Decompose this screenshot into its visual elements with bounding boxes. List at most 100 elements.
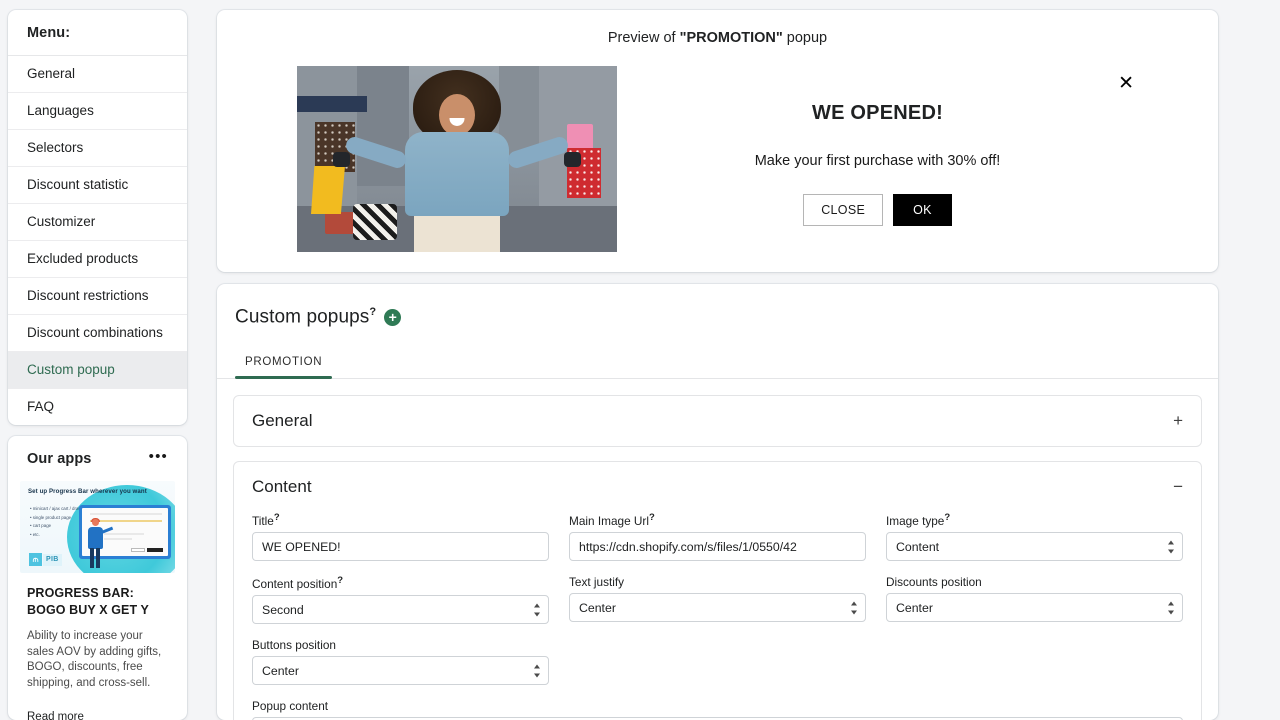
help-icon[interactable]: ? [369, 306, 376, 318]
main-image-url-label: Main Image Url? [569, 512, 866, 528]
text-justify-label: Text justify [569, 575, 866, 589]
preview-title-name: "PROMOTION" [680, 30, 783, 46]
settings-panel: General + Content − Title? [217, 379, 1218, 720]
content-position-select-wrap [252, 595, 549, 624]
sidebar-item-languages[interactable]: Languages [8, 93, 187, 130]
page-title-text: Custom popups [235, 306, 369, 327]
spacer-field [886, 638, 1183, 685]
promo-person-illustration [83, 519, 109, 571]
help-icon[interactable]: ? [649, 512, 655, 523]
page-title: Custom popups? [235, 306, 376, 328]
field-main-image-url: Main Image Url? [569, 512, 866, 561]
field-image-type: Image type? [886, 512, 1183, 561]
app-root: Menu: General Languages Selectors Discou… [0, 0, 1280, 720]
help-icon[interactable]: ? [274, 512, 280, 523]
accordion-content: Content − Title? [233, 461, 1202, 720]
buttons-position-label: Buttons position [252, 638, 549, 652]
promo-screen-line [90, 513, 162, 515]
image-type-label-text: Image type [886, 514, 944, 528]
app-promo-banner-image[interactable]: Set up Progress Bar wherever you want mi… [20, 481, 175, 573]
title-label-text: Title [252, 514, 274, 528]
read-more-link[interactable]: Read more [27, 711, 168, 720]
popup-main-image [297, 66, 617, 252]
sidebar-item-discount-combinations[interactable]: Discount combinations [8, 315, 187, 352]
collapse-icon[interactable]: − [1173, 477, 1183, 497]
image-shopping-bag [311, 166, 345, 214]
sidebar-item-discount-statistic[interactable]: Discount statistic [8, 167, 187, 204]
main-image-url-input[interactable] [569, 532, 866, 561]
form-row-4: Popup content Make your first purchase w… [252, 699, 1183, 720]
image-type-select[interactable] [886, 532, 1183, 561]
title-input[interactable] [252, 532, 549, 561]
pib-logo-icon: ⫙ [29, 553, 42, 566]
discounts-position-select[interactable] [886, 593, 1183, 622]
preview-title: Preview of "PROMOTION" popup [217, 30, 1218, 46]
accordion-general: General + [233, 395, 1202, 447]
popup-heading: WE OPENED! [617, 102, 1138, 125]
accordion-general-title: General [252, 411, 312, 431]
text-justify-select-wrap [569, 593, 866, 622]
content-position-select[interactable] [252, 595, 549, 624]
tab-promotion[interactable]: PROMOTION [235, 350, 332, 378]
image-woman-glove [564, 152, 581, 167]
image-type-select-wrap [886, 532, 1183, 561]
field-buttons-position: Buttons position [252, 638, 549, 685]
promo-pib-logo: ⫙ PIB [29, 553, 62, 566]
expand-icon[interactable]: + [1173, 411, 1183, 431]
promo-person-leg [90, 548, 94, 568]
custom-popups-header: Custom popups? + [217, 306, 1218, 328]
promo-screen-line [104, 533, 144, 535]
sidebar-item-faq[interactable]: FAQ [8, 389, 187, 425]
accordion-content-body: Title? Main Image Url? [234, 512, 1201, 720]
promo-person-head [92, 519, 99, 526]
popup-button-group: CLOSE OK [617, 194, 1138, 226]
sidebar-item-custom-popup[interactable]: Custom popup [8, 352, 187, 389]
content-position-label: Content position? [252, 575, 549, 591]
popup-preview-body: ✕ WE OPENED! Make your first purchase wi… [217, 66, 1218, 252]
help-icon[interactable]: ? [944, 512, 950, 523]
title-label: Title? [252, 512, 549, 528]
preview-title-suffix: popup [783, 30, 827, 46]
popup-subtext: Make your first purchase with 30% off! [617, 153, 1138, 169]
more-options-icon[interactable]: ••• [149, 453, 168, 465]
sidebar-menu-title: Menu: [8, 10, 187, 56]
close-icon[interactable]: ✕ [1118, 74, 1134, 93]
sidebar-item-discount-restrictions[interactable]: Discount restrictions [8, 278, 187, 315]
sidebar-item-selectors[interactable]: Selectors [8, 130, 187, 167]
buttons-position-select-wrap [252, 656, 549, 685]
text-justify-select[interactable] [569, 593, 866, 622]
buttons-position-select[interactable] [252, 656, 549, 685]
field-title: Title? [252, 512, 549, 561]
image-awning [297, 96, 367, 112]
sidebar-item-excluded-products[interactable]: Excluded products [8, 241, 187, 278]
add-popup-button[interactable]: + [384, 309, 401, 326]
promoted-app-name: PROGRESS BAR: BOGO BUY X GET Y [27, 585, 168, 619]
sidebar-item-customizer[interactable]: Customizer [8, 204, 187, 241]
custom-popups-card: Custom popups? + PROMOTION General + Con… [217, 284, 1218, 720]
main-content: Preview of "PROMOTION" popup [195, 0, 1280, 720]
popup-ok-button[interactable]: OK [893, 194, 952, 226]
popup-content-label: Popup content [252, 699, 1183, 713]
our-apps-body: PROGRESS BAR: BOGO BUY X GET Y Ability t… [8, 573, 187, 720]
content-position-label-text: Content position [252, 577, 337, 591]
preview-title-prefix: Preview of [608, 30, 680, 46]
discounts-position-select-wrap [886, 593, 1183, 622]
help-icon[interactable]: ? [337, 575, 343, 586]
form-row-1: Title? Main Image Url? [252, 512, 1183, 561]
promo-screen-button-light [131, 548, 145, 552]
sidebar: Menu: General Languages Selectors Discou… [0, 0, 195, 720]
main-image-url-label-text: Main Image Url [569, 514, 649, 528]
popup-preview-card: Preview of "PROMOTION" popup [217, 10, 1218, 272]
field-text-justify: Text justify [569, 575, 866, 624]
promo-person-leg [96, 548, 100, 568]
popup-tabs: PROMOTION [217, 350, 1218, 379]
accordion-content-header[interactable]: Content − [234, 462, 1201, 512]
accordion-general-header[interactable]: General + [234, 396, 1201, 446]
our-apps-card: Our apps ••• Set up Progress Bar whereve… [8, 436, 187, 720]
discounts-position-label: Discounts position [886, 575, 1183, 589]
sidebar-menu-card: Menu: General Languages Selectors Discou… [8, 10, 187, 425]
sidebar-item-general[interactable]: General [8, 56, 187, 93]
popup-close-button[interactable]: CLOSE [803, 194, 883, 226]
our-apps-title: Our apps [27, 451, 91, 467]
form-row-2: Content position? Text justify [252, 575, 1183, 624]
